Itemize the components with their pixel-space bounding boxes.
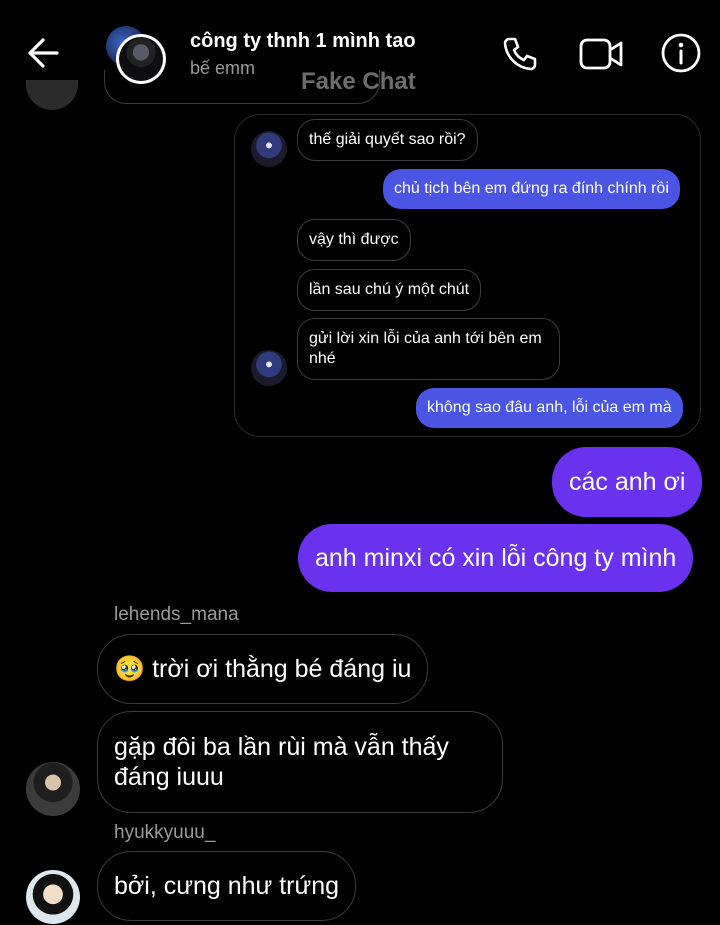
user-avatar[interactable] bbox=[26, 870, 80, 924]
message-outgoing[interactable]: anh minxi có xin lỗi công ty mình bbox=[298, 524, 694, 592]
embedded-message-outgoing: chủ tịch bên em đứng ra đính chính rồi bbox=[383, 169, 680, 209]
video-camera-icon[interactable] bbox=[578, 34, 624, 74]
message-incoming[interactable]: gặp đôi ba lần rùi mà vẫn thấy đáng iuuu bbox=[97, 711, 503, 813]
chat-title[interactable]: công ty thnh 1 mình tao bbox=[190, 30, 416, 53]
embedded-message-incoming: vậy thì được bbox=[297, 219, 411, 261]
partial-avatar bbox=[26, 80, 78, 110]
embedded-message-incoming: thế giải quyết sao rồi? bbox=[297, 119, 478, 161]
back-arrow-icon[interactable] bbox=[26, 36, 60, 70]
embedded-avatar bbox=[251, 350, 287, 386]
sender-name: hyukkyuuu_ bbox=[114, 822, 216, 843]
user-avatar[interactable] bbox=[26, 762, 80, 816]
embedded-message-incoming: gửi lời xin lỗi của anh tới bên em nhé bbox=[297, 318, 560, 380]
embedded-avatar bbox=[251, 131, 287, 167]
embedded-message-outgoing: không sao đâu anh, lỗi của em mà bbox=[416, 388, 683, 428]
sender-name: lehends_mana bbox=[114, 604, 239, 625]
phone-icon[interactable] bbox=[500, 34, 540, 74]
message-outgoing[interactable]: các anh ơi bbox=[552, 447, 703, 517]
partial-message-bubble bbox=[104, 70, 380, 104]
info-circle-icon[interactable] bbox=[660, 32, 702, 74]
message-incoming[interactable]: 🥹 trời ơi thằng bé đáng iu bbox=[97, 634, 429, 704]
message-incoming[interactable]: bởi, cưng như trứng bbox=[97, 851, 357, 921]
embedded-message-incoming: lần sau chú ý một chút bbox=[297, 269, 482, 311]
